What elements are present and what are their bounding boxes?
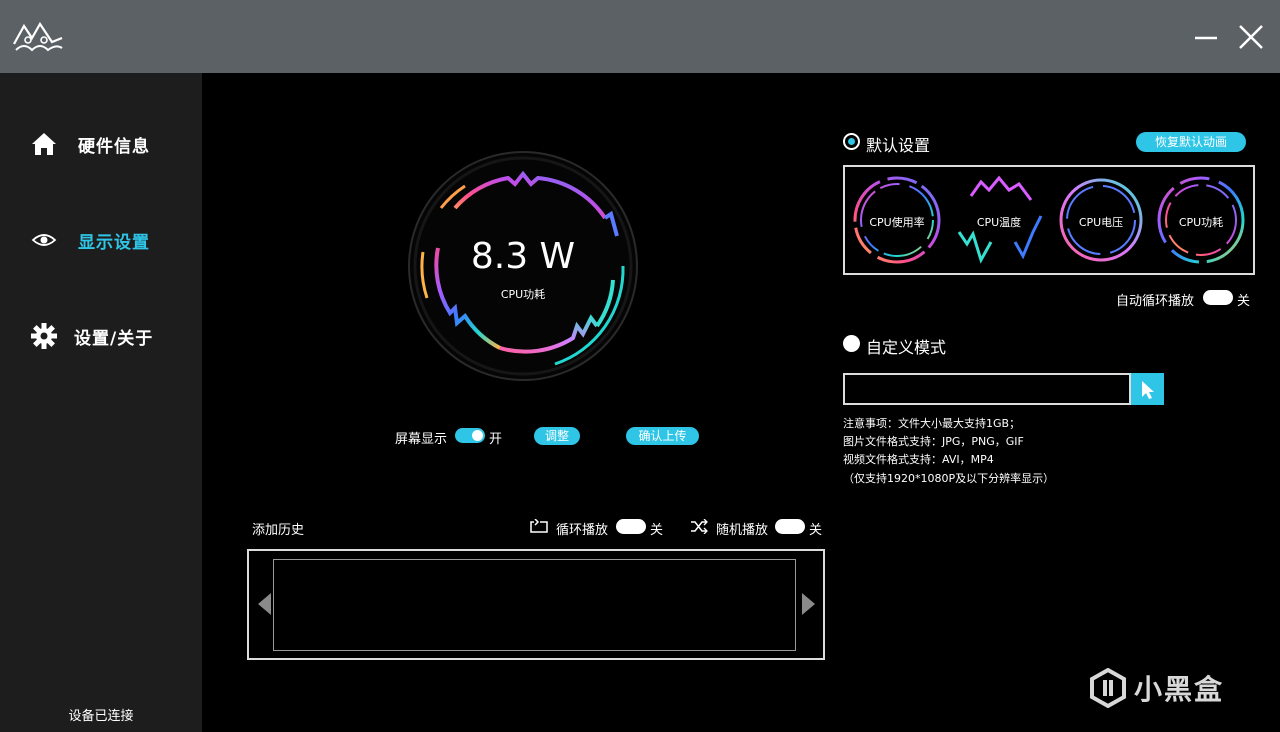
shuffle-play-state: 关 — [809, 523, 823, 538]
minimize-icon[interactable] — [1194, 26, 1218, 50]
loop-play-label: 循环播放 — [556, 523, 609, 538]
file-path-input[interactable] — [843, 373, 1131, 405]
restore-default-animation-button[interactable]: 恢复默认动画 — [1136, 132, 1246, 152]
preset-cpu-temp[interactable]: CPU温度 — [953, 172, 1045, 268]
browse-file-button[interactable] — [1131, 373, 1164, 405]
heybox-logo-icon — [1090, 668, 1126, 708]
preset-cpu-power[interactable]: CPU功耗 — [1155, 172, 1247, 268]
auto-loop-label: 自动循环播放 — [1116, 294, 1195, 309]
cursor-icon — [1142, 381, 1154, 399]
auto-loop-toggle[interactable] — [1203, 290, 1233, 305]
note-line: 图片文件格式支持：JPG，PNG，GIF — [843, 435, 1024, 448]
sidebar-item-label: 显示设置 — [78, 232, 150, 253]
shuffle-play-toggle[interactable] — [775, 519, 805, 534]
close-icon[interactable] — [1238, 24, 1264, 50]
preset-label: CPU温度 — [976, 216, 1022, 229]
title-bar — [0, 0, 1280, 73]
preview-label: CPU功耗 — [500, 288, 546, 301]
adjust-button[interactable]: 调整 — [534, 427, 580, 445]
default-settings-title: 默认设置 — [866, 136, 931, 155]
preset-label: CPU电压 — [1078, 216, 1124, 229]
preset-label: CPU使用率 — [869, 216, 925, 229]
confirm-upload-button[interactable]: 确认上传 — [626, 427, 699, 445]
watermark-text: 小黑盒 — [1134, 673, 1225, 706]
loop-play-state: 关 — [650, 523, 664, 538]
loop-icon — [530, 519, 548, 533]
sidebar-item-settings-about[interactable]: 设置/关于 — [30, 321, 153, 351]
sidebar-item-display-settings[interactable]: 显示设置 — [30, 225, 150, 255]
device-status: 设备已连接 — [68, 709, 134, 724]
default-settings-radio[interactable] — [843, 133, 860, 150]
shuffle-icon — [691, 519, 708, 534]
sidebar-item-label: 硬件信息 — [78, 136, 150, 157]
screen-display-label: 屏幕显示 — [395, 432, 448, 447]
sidebar: 硬件信息 显示设置 设置/关于 设备已连接 — [0, 73, 202, 732]
history-title: 添加历史 — [252, 523, 305, 538]
preset-cpu-voltage[interactable]: CPU电压 — [1055, 172, 1147, 268]
history-next-arrow-icon[interactable] — [802, 593, 815, 615]
auto-loop-state: 关 — [1237, 294, 1251, 309]
eye-icon — [31, 234, 57, 246]
screen-display-state: 开 — [489, 432, 503, 447]
custom-mode-title: 自定义模式 — [866, 338, 947, 357]
toggle-knob — [472, 430, 483, 441]
note-line: 视频文件格式支持：AVI，MP4 — [843, 453, 994, 466]
preview-value: 8.3 W — [470, 236, 576, 277]
gear-icon — [31, 323, 57, 349]
preset-cpu-usage[interactable]: CPU使用率 — [851, 172, 943, 268]
screen-display-toggle[interactable] — [455, 428, 485, 443]
sidebar-item-hardware-info[interactable]: 硬件信息 — [30, 129, 150, 159]
shuffle-play-label: 随机播放 — [716, 523, 769, 538]
note-line: （仅支持1920*1080P及以下分辨率显示） — [843, 472, 1055, 485]
note-line: 注意事项：文件大小最大支持1GB； — [843, 417, 1021, 430]
home-icon — [32, 133, 56, 155]
history-list[interactable] — [273, 559, 796, 651]
loop-play-toggle[interactable] — [616, 519, 646, 534]
custom-mode-radio[interactable] — [843, 335, 860, 352]
mountain-logo-icon — [13, 21, 63, 52]
history-prev-arrow-icon[interactable] — [258, 593, 271, 615]
sidebar-item-label: 设置/关于 — [74, 328, 154, 349]
watermark: 小黑盒 — [1088, 668, 1224, 708]
preset-label: CPU功耗 — [1178, 216, 1224, 229]
